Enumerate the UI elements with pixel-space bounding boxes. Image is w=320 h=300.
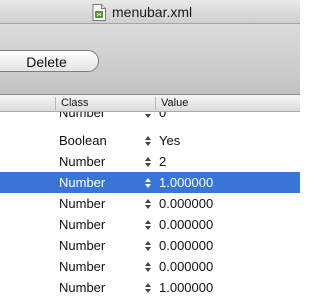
class-stepper[interactable] <box>144 217 152 232</box>
class-stepper[interactable] <box>144 259 152 274</box>
table-row[interactable]: Boolean Yes <box>0 130 300 151</box>
value-cell[interactable]: Yes <box>159 130 180 151</box>
column-separator[interactable] <box>55 97 56 110</box>
stepper-down-icon <box>145 162 151 167</box>
value-cell[interactable]: 0.000000 <box>159 214 213 235</box>
stepper-down-icon <box>145 113 151 118</box>
stepper-down-icon <box>145 204 151 209</box>
table-row[interactable]: Number 0.000000 <box>0 256 300 277</box>
stepper-down-icon <box>145 267 151 272</box>
value-cell[interactable]: 2 <box>159 151 166 172</box>
stepper-up-icon <box>145 156 151 161</box>
column-separator[interactable] <box>155 97 156 110</box>
xml-document-icon <box>92 3 106 21</box>
class-stepper[interactable] <box>144 238 152 253</box>
column-header-value[interactable]: Value <box>161 95 188 111</box>
window-titlebar: menubar.xml <box>0 0 300 24</box>
table-row[interactable]: Number 0 <box>0 112 300 123</box>
class-cell[interactable]: Boolean <box>59 130 107 151</box>
table-header: Class Value <box>0 95 300 112</box>
class-stepper[interactable] <box>144 280 152 295</box>
class-cell[interactable]: Number <box>59 151 105 172</box>
value-cell[interactable]: 1.000000 <box>159 172 213 193</box>
stepper-up-icon <box>145 282 151 287</box>
stepper-up-icon <box>145 261 151 266</box>
class-cell[interactable]: Number <box>59 193 105 214</box>
stepper-up-icon <box>145 177 151 182</box>
class-cell[interactable]: Number <box>59 235 105 256</box>
class-stepper[interactable] <box>144 112 152 120</box>
class-stepper[interactable] <box>144 175 152 190</box>
class-cell[interactable]: Number <box>59 277 105 298</box>
class-stepper[interactable] <box>144 133 152 148</box>
class-cell[interactable]: Number <box>59 112 105 123</box>
table-row-selected[interactable]: Number 1.000000 <box>0 172 300 193</box>
table-row[interactable]: Number 2 <box>0 151 300 172</box>
stepper-up-icon <box>145 198 151 203</box>
window-title: menubar.xml <box>112 4 193 20</box>
table-row[interactable]: Number 0.000000 <box>0 214 300 235</box>
class-cell[interactable]: Number <box>59 256 105 277</box>
value-cell[interactable]: 0 <box>159 112 166 123</box>
stepper-down-icon <box>145 288 151 293</box>
stepper-up-icon <box>145 219 151 224</box>
value-cell[interactable]: 0.000000 <box>159 193 213 214</box>
stepper-up-icon <box>145 240 151 245</box>
column-header-class[interactable]: Class <box>61 95 89 111</box>
value-cell[interactable]: 1.000000 <box>159 277 213 298</box>
stepper-down-icon <box>145 246 151 251</box>
window-title-group: menubar.xml <box>92 3 192 21</box>
class-cell[interactable]: Number <box>59 172 105 193</box>
stepper-up-icon <box>145 135 151 140</box>
stepper-down-icon <box>145 225 151 230</box>
toolbar: Delete <box>0 24 300 95</box>
table-row[interactable]: Number 1.000000 <box>0 277 300 298</box>
stepper-down-icon <box>145 183 151 188</box>
value-cell[interactable]: 0.000000 <box>159 235 213 256</box>
property-table: Number 0 Boolean Yes Number 2 Number 1.0… <box>0 112 300 300</box>
class-stepper[interactable] <box>144 154 152 169</box>
value-cell[interactable]: 0.000000 <box>159 256 213 277</box>
class-cell[interactable]: Number <box>59 214 105 235</box>
table-row[interactable]: Number 0.000000 <box>0 235 300 256</box>
delete-button[interactable]: Delete <box>0 50 99 72</box>
class-stepper[interactable] <box>144 196 152 211</box>
stepper-down-icon <box>145 141 151 146</box>
table-row[interactable]: Number 0.000000 <box>0 193 300 214</box>
